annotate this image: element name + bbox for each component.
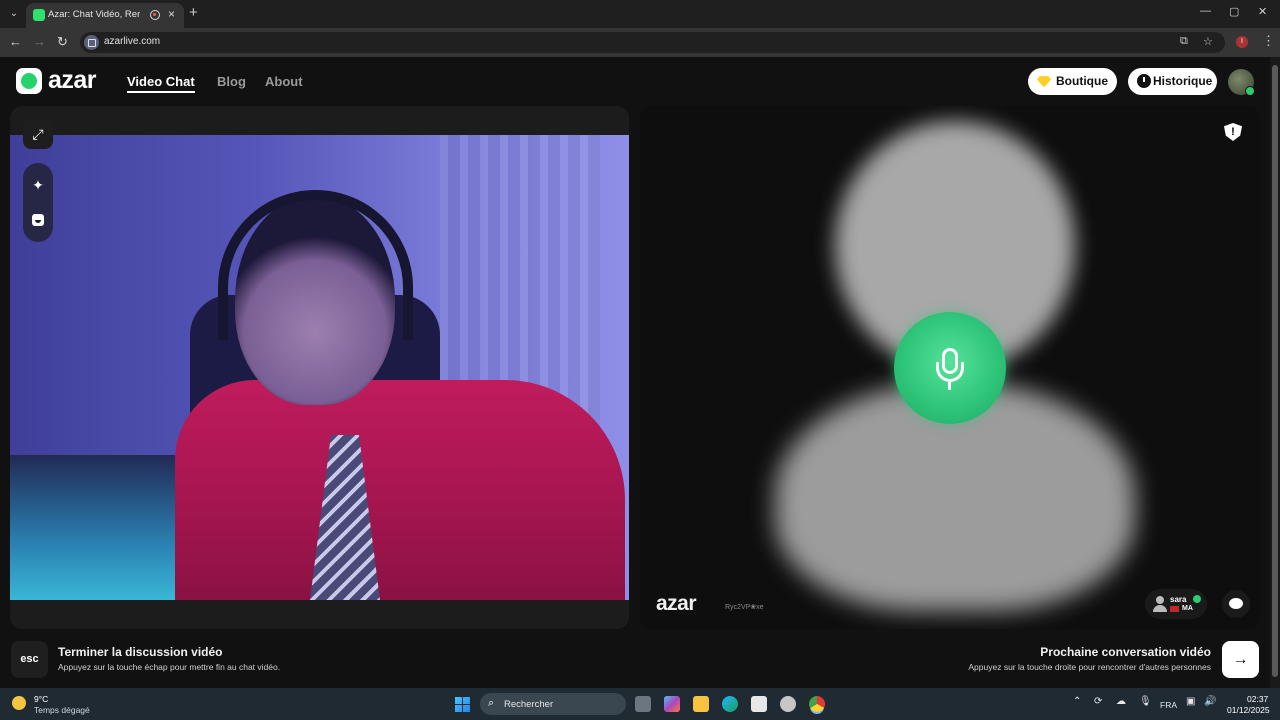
new-tab-icon[interactable]: + — [189, 4, 198, 21]
install-app-icon[interactable]: ⧉ — [1180, 35, 1188, 48]
azar-favicon-icon — [33, 9, 45, 21]
browser-toolbar: ← → ↻ azarlive.com ⧉ ☆ — [0, 28, 1280, 57]
maximize-icon[interactable]: ▢ — [1229, 5, 1239, 18]
chat-bubble-icon[interactable] — [1222, 590, 1250, 618]
peer-avatar-icon — [1153, 596, 1167, 612]
effects-toolbar: ✦ — [23, 163, 53, 242]
diamond-icon — [1037, 76, 1051, 88]
recording-icon — [150, 10, 160, 20]
verified-badge-icon — [1245, 86, 1255, 96]
recorder-app-icon[interactable] — [780, 696, 796, 712]
taskbar-search[interactable]: ⌕ Rechercher — [480, 693, 626, 715]
tab-search-icon[interactable]: ⌄ — [6, 6, 22, 22]
page-scrollbar[interactable] — [1270, 57, 1280, 688]
boutique-label: Boutique — [1056, 74, 1108, 88]
azar-page: azar Video Chat Blog About Boutique Hist… — [0, 57, 1270, 688]
forward-icon[interactable]: → — [33, 34, 46, 49]
url-text: azarlive.com — [104, 36, 161, 47]
local-video-panel: ⤢ ✦ — [10, 106, 629, 629]
task-view-icon[interactable] — [635, 696, 651, 712]
peer-id: Ryc2VP❀xe — [725, 604, 764, 611]
minimize-icon[interactable]: — — [1200, 5, 1211, 17]
back-icon[interactable]: ← — [9, 34, 22, 49]
azar-logo-icon[interactable] — [16, 68, 42, 94]
end-chat-hint: Appuyez sur la touche échap pour mettre … — [58, 662, 281, 672]
windows-taskbar: 9°C Temps dégagé ⌕ Rechercher ⌃ ⟳ ☁ 🎙 FR… — [0, 688, 1280, 720]
azar-logo-text[interactable]: azar — [48, 66, 97, 95]
peer-profile-chip[interactable]: sara MA — [1145, 589, 1207, 619]
esc-key-button[interactable]: esc — [11, 641, 48, 678]
azar-watermark: azar — [656, 592, 697, 615]
sync-icon[interactable]: ⟳ — [1094, 696, 1102, 707]
tray-chevron-icon[interactable]: ⌃ — [1073, 696, 1081, 707]
tab-title: Azar: Chat Vidéo, Rencontr — [48, 9, 140, 20]
bookmark-star-icon[interactable]: ☆ — [1203, 35, 1213, 48]
nav-blog[interactable]: Blog — [217, 74, 246, 89]
peer-name: sara — [1170, 595, 1187, 604]
chrome-icon[interactable] — [809, 696, 825, 712]
sparkle-effects-icon[interactable]: ✦ — [23, 170, 53, 200]
browser-menu-icon[interactable]: ⋮ — [1262, 33, 1275, 49]
weather-temperature[interactable]: 9°C — [34, 694, 48, 704]
profile-avatar[interactable]: I — [1236, 36, 1248, 48]
reload-icon[interactable]: ↻ — [57, 34, 68, 50]
clock-time[interactable]: 02:37 — [1247, 694, 1268, 704]
moon-weather-icon[interactable] — [12, 696, 26, 710]
copilot-icon[interactable] — [664, 696, 680, 712]
next-chat-title: Prochaine conversation vidéo — [1040, 645, 1211, 659]
cloud-icon[interactable]: ☁ — [1116, 696, 1126, 707]
peer-country: MA — [1182, 605, 1193, 612]
peer-verified-icon — [1193, 595, 1201, 603]
remote-video-panel: ! azar Ryc2VP❀xe sara MA — [640, 106, 1260, 629]
search-icon: ⌕ — [488, 697, 495, 709]
historique-button[interactable]: Historique — [1128, 68, 1217, 95]
windows-start-icon[interactable] — [455, 697, 470, 712]
historique-label: Historique — [1153, 74, 1213, 88]
weather-description[interactable]: Temps dégagé — [34, 705, 90, 715]
search-placeholder: Rechercher — [504, 699, 554, 710]
file-explorer-icon[interactable] — [693, 696, 709, 712]
language-indicator[interactable]: FRA — [1160, 700, 1177, 710]
nav-video-chat[interactable]: Video Chat — [127, 74, 195, 93]
edge-icon[interactable] — [722, 696, 738, 712]
next-arrow-button[interactable]: → — [1222, 641, 1259, 678]
clock-date[interactable]: 01/12/2025 — [1227, 705, 1270, 715]
microphone-tray-icon[interactable]: 🎙 — [1139, 696, 1152, 707]
face-filter-icon[interactable] — [23, 205, 53, 235]
next-chat-hint: Appuyez sur la touche droite pour rencon… — [968, 662, 1211, 672]
report-shield-icon[interactable]: ! — [1224, 123, 1242, 141]
local-camera-feed — [10, 135, 629, 600]
window-close-icon[interactable]: ✕ — [1258, 5, 1267, 18]
voice-only-mic-icon — [894, 312, 1006, 424]
volume-icon[interactable]: 🔊 — [1204, 696, 1216, 707]
nav-about[interactable]: About — [265, 74, 303, 89]
address-bar[interactable]: azarlive.com ⧉ ☆ — [80, 32, 1225, 53]
history-clock-icon — [1137, 74, 1151, 88]
morocco-flag-icon — [1170, 606, 1179, 612]
site-info-icon[interactable] — [84, 35, 99, 50]
network-icon[interactable]: ▣ — [1186, 696, 1195, 707]
end-chat-title: Terminer la discussion vidéo — [58, 645, 223, 659]
tab-close-icon[interactable]: × — [168, 7, 175, 21]
boutique-button[interactable]: Boutique — [1028, 68, 1117, 95]
browser-tab[interactable]: Azar: Chat Vidéo, Rencontr × — [26, 3, 184, 28]
fullscreen-icon[interactable]: ⤢ — [23, 119, 53, 149]
browser-tabstrip: ⌄ Azar: Chat Vidéo, Rencontr × + — ▢ ✕ — [0, 0, 1280, 28]
store-icon[interactable] — [751, 696, 767, 712]
